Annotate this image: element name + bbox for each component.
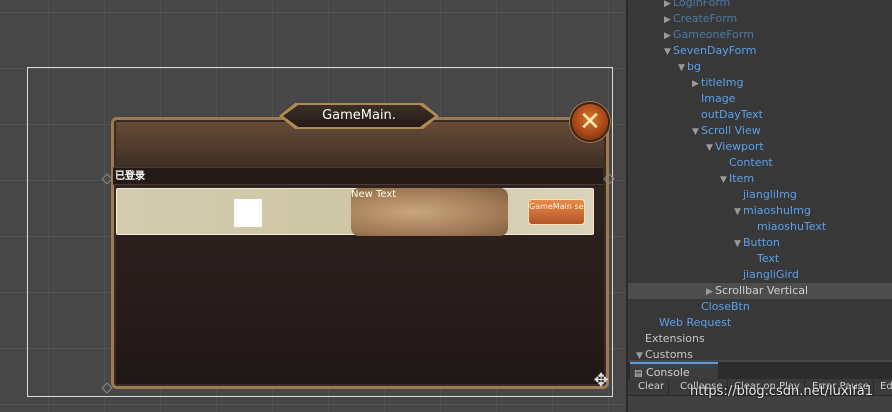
expand-right-icon[interactable]: ▶: [690, 76, 701, 92]
expand-down-icon[interactable]: ▼: [732, 204, 743, 220]
sevenday-panel: [111, 117, 609, 389]
hierarchy-item[interactable]: ▼ Scroll View: [628, 123, 892, 139]
expand-down-icon[interactable]: ▼: [732, 236, 743, 252]
scene-view[interactable]: GameMain. ✕ 已登录 New Text GameMain sevend…: [0, 0, 626, 412]
expand-down-icon[interactable]: ▼: [690, 124, 701, 140]
hierarchy-item-label: outDayText: [701, 108, 763, 121]
hierarchy-item[interactable]: ▶ titleImg: [628, 75, 892, 91]
hierarchy-item[interactable]: Text: [628, 251, 892, 267]
expand-right-icon[interactable]: ▶: [662, 12, 673, 28]
hierarchy-item-label: Extensions: [645, 332, 705, 345]
watermark: https://blog.csdn.net/luxifa1: [690, 384, 874, 399]
expand-down-icon[interactable]: ▼: [676, 60, 687, 76]
hierarchy-item-label: GameoneForm: [673, 28, 754, 41]
hierarchy-item-label: Item: [729, 172, 755, 185]
move-gizmo-icon[interactable]: ✥: [590, 370, 612, 392]
hierarchy-item[interactable]: Image: [628, 91, 892, 107]
hierarchy-item[interactable]: CloseBtn: [628, 299, 892, 315]
close-icon: ✕: [579, 107, 601, 137]
expand-down-icon[interactable]: ▼: [634, 348, 645, 360]
hierarchy-item-label: Scrollbar Vertical: [715, 284, 809, 297]
hierarchy-panel[interactable]: ▶ LoginForm ▶ CreateForm ▶ GameoneForm ▼ SevenD…: [628, 0, 892, 360]
expand-right-icon[interactable]: ▶: [662, 28, 673, 44]
hierarchy-item[interactable]: jiangliGird: [628, 267, 892, 283]
hierarchy-item[interactable]: ▼ Viewport: [628, 139, 892, 155]
expand-down-icon[interactable]: ▼: [704, 140, 715, 156]
hierarchy-item[interactable]: Web Request: [628, 315, 892, 331]
hierarchy-item[interactable]: miaoshuText: [628, 219, 892, 235]
console-icon: ▤: [634, 369, 643, 379]
hierarchy-item-label: CloseBtn: [701, 300, 750, 313]
hierarchy-item[interactable]: Content: [628, 155, 892, 171]
expand-down-icon[interactable]: ▼: [718, 172, 729, 188]
hierarchy-item-label: Button: [743, 236, 780, 249]
hierarchy-item[interactable]: ▼ Customs: [628, 347, 892, 360]
hierarchy-item-label: Web Request: [659, 316, 732, 329]
hierarchy-item-label: Scroll View: [701, 124, 761, 137]
hierarchy-item-label: LoginForm: [673, 0, 731, 9]
hierarchy-item-label: bg: [687, 60, 701, 73]
hierarchy-item[interactable]: ▶ GameoneForm: [628, 27, 892, 43]
expand-down-icon[interactable]: ▼: [662, 44, 673, 60]
panel-title: GameMain.: [322, 108, 396, 123]
hierarchy-item-label: jiangliGird: [743, 268, 799, 281]
hierarchy-item-label: CreateForm: [673, 12, 738, 25]
console-tab-label: Console: [646, 366, 690, 379]
hierarchy-item-label: jiangliImg: [743, 188, 797, 201]
hierarchy-item[interactable]: outDayText: [628, 107, 892, 123]
description-text: New Text: [351, 189, 397, 200]
hierarchy-item[interactable]: ▶ Scrollbar Vertical: [628, 283, 892, 299]
hierarchy-item-label: titleImg: [701, 76, 744, 89]
hierarchy-item[interactable]: jiangliImg: [628, 187, 892, 203]
scroll-view-header: 已登录: [113, 167, 603, 185]
hierarchy-item-label: Viewport: [715, 140, 764, 153]
hierarchy-item[interactable]: ▶ LoginForm: [628, 0, 892, 11]
expand-right-icon[interactable]: ▶: [704, 284, 715, 300]
clear-button[interactable]: Clear: [634, 379, 670, 395]
hierarchy-item[interactable]: ▼ miaoshuImg: [628, 203, 892, 219]
item-button[interactable]: GameMain sevenday g: [528, 199, 585, 225]
hierarchy-item[interactable]: Extensions: [628, 331, 892, 347]
hierarchy-item-label: Content: [729, 156, 773, 169]
hierarchy-item-label: Text: [757, 252, 780, 265]
hierarchy-item-label: Image: [701, 92, 736, 105]
hierarchy-item[interactable]: ▶ CreateForm: [628, 11, 892, 27]
hierarchy-item[interactable]: ▼ bg: [628, 59, 892, 75]
hierarchy-item-label: miaoshuImg: [743, 204, 811, 217]
reward-image: [234, 199, 262, 227]
hierarchy-item[interactable]: ▼ Item: [628, 171, 892, 187]
hierarchy-item[interactable]: ▼ SevenDayForm: [628, 43, 892, 59]
hierarchy-item-label: SevenDayForm: [673, 44, 757, 57]
editor-button[interactable]: Ed: [876, 379, 892, 395]
close-button[interactable]: ✕: [572, 104, 608, 140]
tab-console[interactable]: ▤ Console: [630, 362, 718, 379]
hierarchy-item-label: Customs: [645, 348, 693, 360]
hierarchy-item-label: miaoshuText: [757, 220, 827, 233]
hierarchy-item[interactable]: ▼ Button: [628, 235, 892, 251]
